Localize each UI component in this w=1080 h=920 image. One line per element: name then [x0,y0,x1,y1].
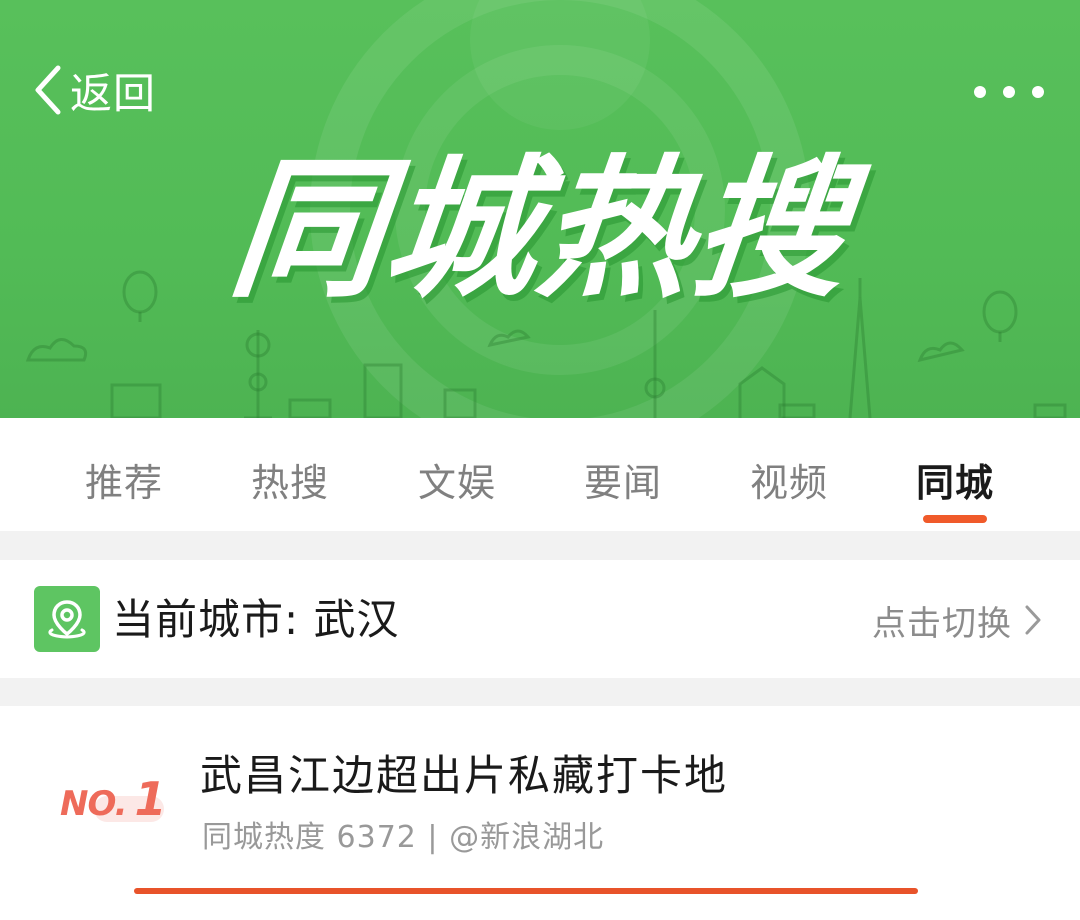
tab-label: 要闻 [583,461,662,505]
more-dots-icon[interactable] [974,72,1044,112]
rank-badge: NO. 1 [60,772,167,832]
back-label: 返回 [70,68,157,118]
hot-search-list: NO. 1 武昌江边超出片私藏打卡地 同城热度 6372 | @新浪湖北 [0,706,1080,920]
switch-city-label: 点击切换 [872,603,1012,644]
tab-label: 推荐 [84,461,163,505]
rank-prefix: NO. [60,784,128,824]
list-item-meta: 同城热度 6372 | @新浪湖北 [202,820,605,855]
tab-local[interactable]: 同城 [875,418,1035,531]
chevron-right-icon [1025,605,1041,635]
tab-bar: 推荐 热搜 文娱 要闻 视频 同城 [0,418,1080,531]
rank-number: 1 [134,772,167,826]
dot [974,86,986,98]
tab-recommend[interactable]: 推荐 [44,418,204,531]
tab-video[interactable]: 视频 [709,418,869,531]
list-item-highlight-underline [134,888,918,894]
tab-label: 文娱 [417,461,496,505]
location-pin-icon [34,586,100,652]
tab-label: 同城 [915,461,994,505]
current-city-bar: 当前城市: 武汉 点击切换 [0,560,1080,678]
dot [1032,86,1044,98]
back-button[interactable]: 返回 [30,60,156,120]
tab-label: 视频 [749,461,828,505]
switch-city-button[interactable]: 点击切换 [872,590,1044,650]
tab-news[interactable]: 要闻 [543,418,703,531]
tab-label: 热搜 [250,461,329,505]
dot [1003,86,1015,98]
current-city-label: 当前城市: 武汉 [112,595,400,644]
banner-title: 同城热搜 [222,141,858,318]
chevron-left-icon [35,65,61,115]
tab-entertainment[interactable]: 文娱 [377,418,537,531]
active-tab-indicator [923,515,987,523]
tab-hot-search[interactable]: 热搜 [210,418,370,531]
list-item-title[interactable]: 武昌江边超出片私藏打卡地 [200,746,728,806]
banner: 返回 同城热搜 [0,0,1080,418]
